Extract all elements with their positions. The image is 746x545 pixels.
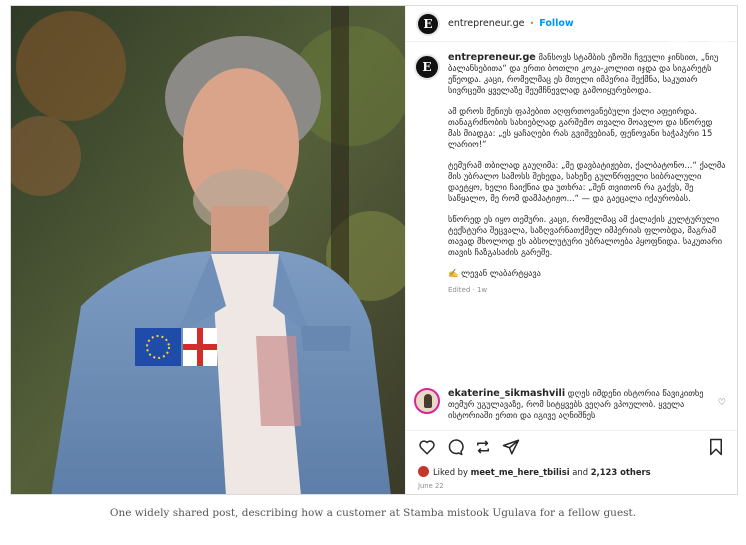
comment-item: ekaterine_sikmashvili დღეს იმდენი ისტორი…: [414, 388, 732, 428]
instagram-post-embed: E entrepreneur.ge • Follow E entrepreneu…: [10, 5, 738, 495]
bookmark-icon[interactable]: [708, 438, 724, 456]
post-date[interactable]: June 22: [418, 482, 444, 490]
caption-paragraph: ამ დროს მენიუს ფაპებით აღფრთოვანებული ქა…: [448, 106, 713, 149]
follow-button[interactable]: Follow: [539, 18, 573, 29]
avatar-letter: E: [423, 16, 433, 31]
commenter-username[interactable]: ekaterine_sikmashvili: [448, 388, 565, 399]
post-caption: E entrepreneur.ge მანსოვს სტამბის ეზოში …: [414, 52, 732, 382]
liked-by-prefix: Liked by: [433, 466, 468, 477]
post-photo[interactable]: [11, 6, 405, 494]
profile-avatar[interactable]: E: [416, 11, 440, 36]
comment-icon[interactable]: [446, 438, 464, 456]
post-side-panel: E entrepreneur.ge • Follow E entrepreneu…: [405, 6, 737, 494]
action-bar: Liked by meet_me_here_tbilisi and 2,123 …: [406, 430, 737, 494]
comment-like-icon[interactable]: ♡: [718, 398, 726, 408]
caption-username[interactable]: entrepreneur.ge: [448, 52, 536, 63]
caption-signature: ✍️ ლევან ლაბარტყავა: [448, 268, 541, 278]
caption-avatar[interactable]: E: [414, 54, 440, 80]
caption-paragraph: სწორედ ეს იყო თემური. კაცი, რომელმაც ამ …: [448, 214, 723, 257]
and-label: and: [572, 466, 589, 477]
caption-paragraph: entrepreneur.ge მანსოვს სტამბის ეზოში ჩვ…: [448, 52, 728, 96]
avatar-letter: E: [422, 60, 432, 74]
commenter-avatar[interactable]: [414, 388, 440, 414]
expand-icon[interactable]: [705, 18, 733, 46]
photo-illustration: [11, 6, 405, 494]
header-username[interactable]: entrepreneur.ge: [448, 18, 525, 29]
edited-timestamp: Edited · 1w: [448, 286, 488, 294]
repost-icon[interactable]: [474, 438, 492, 456]
likes-count[interactable]: 2,123 others: [591, 467, 651, 477]
separator-dot: •: [529, 19, 535, 28]
heart-icon[interactable]: [418, 438, 436, 456]
liked-by-user[interactable]: meet_me_here_tbilisi: [471, 467, 570, 477]
liker-avatar[interactable]: [418, 466, 429, 477]
share-icon[interactable]: [502, 438, 520, 456]
figure-caption: One widely shared post, describing how a…: [109, 507, 637, 519]
caption-paragraph: ტემურამ თბილად გაუღიმა: „მე დავბატიჟებთ,…: [448, 160, 726, 203]
action-icons: [418, 438, 728, 458]
caption-body: entrepreneur.ge მანსოვს სტამბის ეზოში ჩვ…: [448, 52, 728, 382]
comment-body: ekaterine_sikmashvili დღეს იმდენი ისტორი…: [448, 388, 718, 428]
likes-summary: Liked by meet_me_here_tbilisi and 2,123 …: [418, 466, 651, 477]
more-icon[interactable]: [665, 18, 693, 46]
